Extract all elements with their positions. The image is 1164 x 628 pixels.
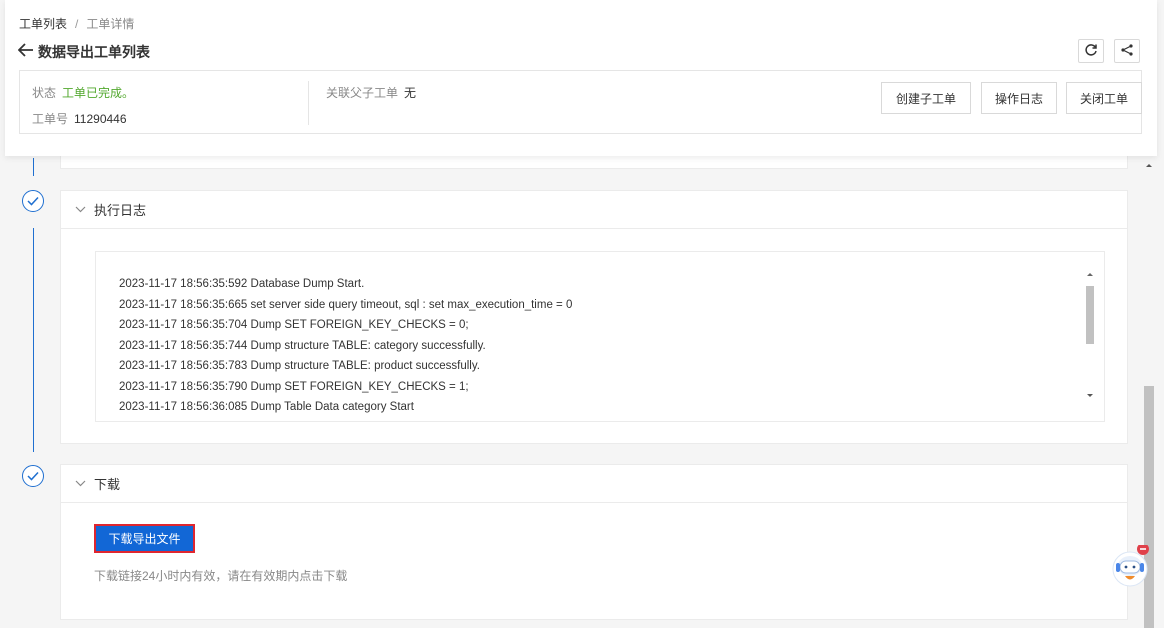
ticket-info-box: 状态 工单已完成。 工单号 11290446 关联父子工单无 创建子工单 操作日志 … (19, 70, 1142, 134)
timeline-line (33, 158, 34, 176)
step-complete-icon (22, 190, 44, 212)
status-label: 状态 (32, 86, 57, 100)
download-card: 下载 下载导出文件 下载链接24小时内有效，请在有效期内点击下载 (60, 464, 1128, 620)
log-line: 2023-11-17 18:56:35:665 set server side … (119, 298, 573, 311)
execution-log-title: 执行日志 (94, 203, 147, 218)
chevron-down-icon (75, 478, 86, 490)
step-complete-icon (22, 465, 44, 487)
related-tickets-label: 关联父子工单 (326, 86, 399, 100)
operation-log-button[interactable]: 操作日志 (981, 82, 1057, 114)
log-output[interactable]: 2023-11-17 18:56:35:592 Database Dump St… (95, 251, 1105, 422)
execution-log-header[interactable]: 执行日志 (61, 191, 1127, 229)
log-line: 2023-11-17 18:56:35:744 Dump structure T… (119, 339, 486, 352)
timeline-line (33, 228, 34, 452)
refresh-button[interactable] (1078, 39, 1104, 63)
download-title: 下载 (94, 477, 121, 492)
divider (308, 81, 309, 125)
status-field: 状态 工单已完成。 (32, 84, 134, 101)
breadcrumb-current: 工单详情 (86, 17, 135, 31)
download-header[interactable]: 下载 (61, 465, 1127, 503)
title-row: 数据导出工单列表 (17, 42, 150, 62)
download-export-file-button[interactable]: 下载导出文件 (94, 524, 195, 553)
execution-log-card: 执行日志 2023-11-17 18:56:35:592 Database Du… (60, 190, 1128, 444)
status-value: 工单已完成。 (62, 86, 135, 100)
log-line: 2023-11-17 18:56:35:704 Dump SET FOREIGN… (119, 319, 469, 331)
related-tickets-field: 关联父子工单无 (326, 84, 416, 101)
ticket-header: 工单列表 / 工单详情 数据导出工单列表 状态 工单已完成。 工单号 11290446 … (5, 0, 1157, 156)
ticket-id-value: 11290446 (74, 112, 127, 126)
log-line: 2023-11-17 18:56:35:783 Dump structure T… (119, 360, 480, 372)
page-title: 数据导出工单列表 (38, 44, 150, 60)
close-ticket-button[interactable]: 关闭工单 (1066, 82, 1142, 114)
log-line: 2023-11-17 18:56:36:085 Dump Table Data … (119, 401, 414, 413)
ticket-id-label: 工单号 (32, 112, 69, 126)
assistant-bot-button[interactable] (1108, 543, 1152, 589)
log-line: 2023-11-17 18:56:35:592 Database Dump St… (119, 278, 365, 290)
related-tickets-value: 无 (404, 86, 417, 100)
breadcrumb: 工单列表 / 工单详情 (19, 15, 134, 32)
download-note: 下载链接24小时内有效，请在有效期内点击下载 (94, 569, 348, 583)
log-lines: 2023-11-17 18:56:35:592 Database Dump St… (119, 274, 572, 418)
log-scrollbar[interactable] (1084, 268, 1096, 406)
share-button[interactable] (1114, 39, 1140, 63)
share-icon (1120, 43, 1134, 60)
create-child-ticket-button[interactable]: 创建子工单 (881, 82, 971, 114)
chevron-down-icon (75, 204, 86, 216)
breadcrumb-root[interactable]: 工单列表 (19, 17, 67, 31)
log-line: 2023-11-17 18:56:35:790 Dump SET FOREIGN… (119, 380, 469, 393)
breadcrumb-separator: / (75, 17, 79, 31)
ticket-id-field: 工单号 11290446 (32, 110, 127, 127)
refresh-icon (1084, 43, 1098, 60)
arrow-left-icon[interactable] (17, 43, 34, 61)
